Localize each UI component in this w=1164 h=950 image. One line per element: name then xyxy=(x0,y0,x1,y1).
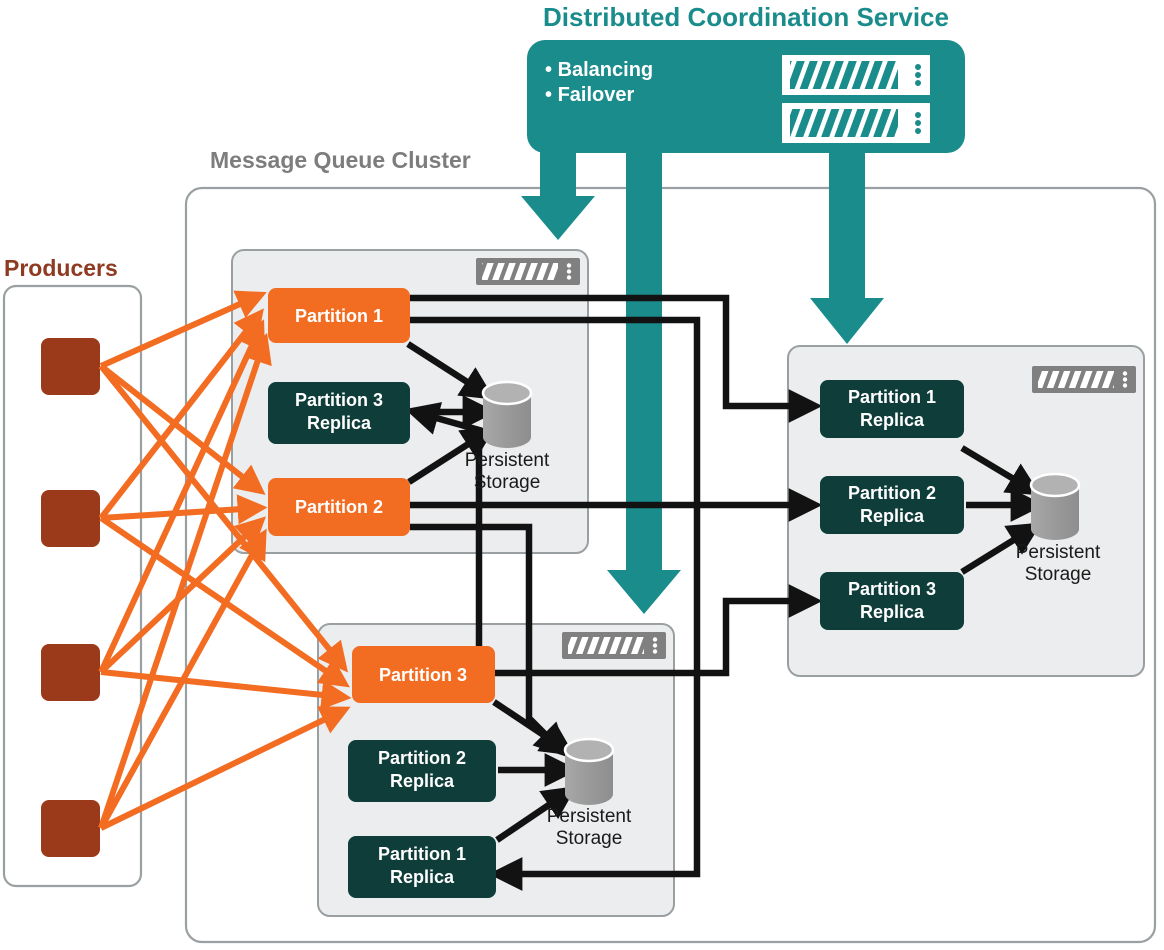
broker-1-partition-3-replica-label-2: Replica xyxy=(307,413,372,433)
broker-3-partition-3-replica-label: Partition 3 xyxy=(848,579,936,599)
broker-2-partition-3-label: Partition 3 xyxy=(379,665,467,685)
broker-1-storage-label-2: Storage xyxy=(474,472,541,493)
broker-1-storage-label-1: Persistent xyxy=(465,450,550,471)
producers-label: Producers xyxy=(4,255,118,281)
broker-1-partition-1-label: Partition 1 xyxy=(295,306,383,326)
coordination-bullet-2: • Failover xyxy=(545,84,634,106)
broker-3-partition-1-replica-label: Partition 1 xyxy=(848,387,936,407)
coordination-bullet-1: • Balancing xyxy=(545,59,653,81)
broker-3-partition-2-replica-label: Partition 2 xyxy=(848,483,936,503)
broker-3-partition-2-replica-label-2: Replica xyxy=(860,506,925,526)
broker-1-partition-2-label: Partition 2 xyxy=(295,497,383,517)
broker-2-storage-label-2: Storage xyxy=(556,828,623,849)
diagram-text-layer: Distributed Coordination Service Message… xyxy=(4,2,1101,887)
message-queue-cluster-label: Message Queue Cluster xyxy=(210,147,471,173)
broker-2-partition-1-replica-label: Partition 1 xyxy=(378,844,466,864)
broker-2-partition-2-replica-label: Partition 2 xyxy=(378,748,466,768)
coordination-service-title: Distributed Coordination Service xyxy=(543,2,949,32)
broker-2-storage-label-1: Persistent xyxy=(547,806,632,827)
diagram-canvas: Distributed Coordination Service Message… xyxy=(0,0,1164,950)
broker-3-partition-3-replica-label-2: Replica xyxy=(860,602,925,622)
broker-3-storage-label-2: Storage xyxy=(1025,564,1092,585)
broker-2-partition-2-replica-label-2: Replica xyxy=(390,771,455,791)
broker-2-partition-1-replica-label-2: Replica xyxy=(390,867,455,887)
broker-3-partition-1-replica-label-2: Replica xyxy=(860,410,925,430)
broker-1-partition-3-replica-label: Partition 3 xyxy=(295,390,383,410)
broker-3-storage-label-1: Persistent xyxy=(1016,542,1101,563)
